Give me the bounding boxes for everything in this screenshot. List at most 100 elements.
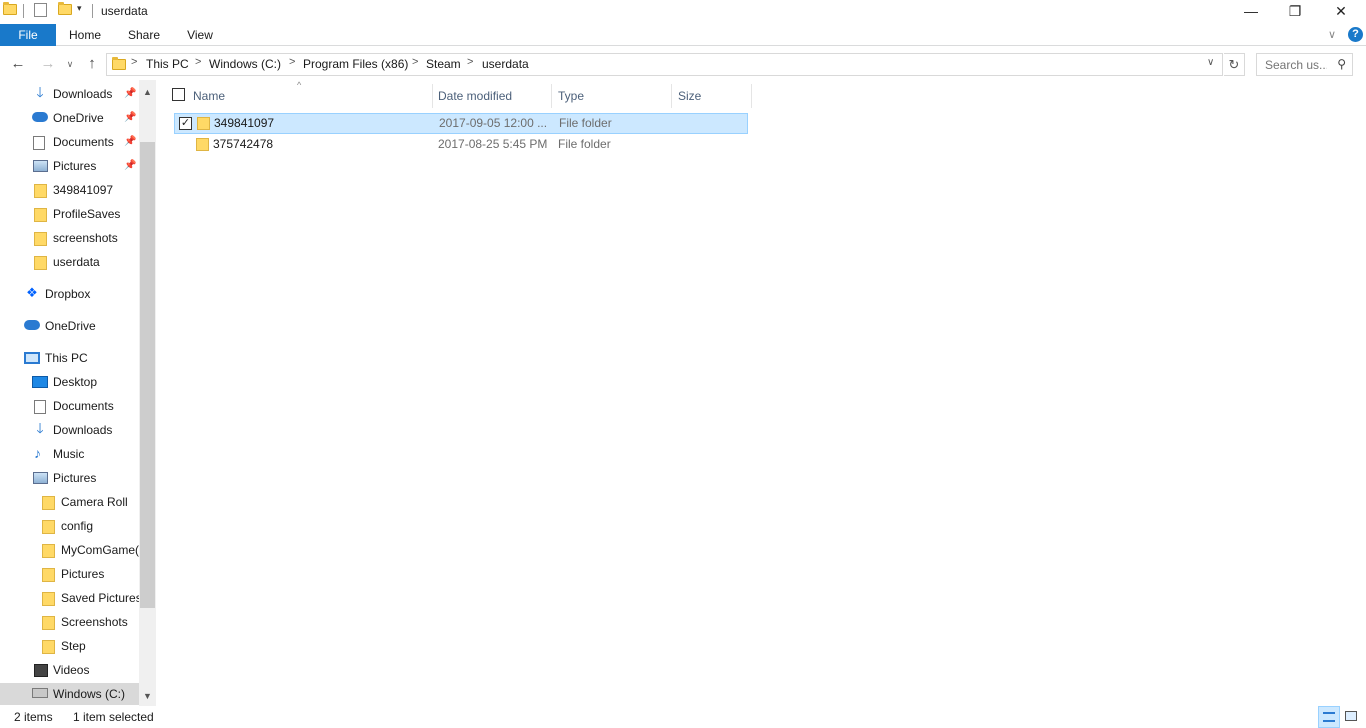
breadcrumb-windows-c[interactable]: Windows (C:) bbox=[209, 57, 281, 71]
sidebar-item-videos[interactable]: Videos bbox=[0, 659, 139, 681]
table-row[interactable]: ✓ 349841097 2017-09-05 12:00 ... File fo… bbox=[174, 113, 748, 134]
tab-share[interactable]: Share bbox=[122, 24, 166, 46]
column-divider[interactable] bbox=[551, 84, 552, 108]
sidebar-item-label: MyComGame( bbox=[61, 543, 139, 557]
title-bar: ▾ userdata — ❐ ✕ bbox=[0, 0, 1366, 24]
ribbon-tabs: File Home Share View ∨ ? bbox=[0, 24, 1366, 46]
sidebar-item-mycomgame[interactable]: MyComGame( bbox=[0, 539, 139, 561]
sidebar-item-349841097[interactable]: 349841097 bbox=[0, 179, 139, 201]
folder-icon bbox=[42, 544, 55, 558]
recent-locations-button[interactable]: ∨ bbox=[60, 54, 80, 74]
document-icon bbox=[33, 136, 45, 150]
column-divider[interactable] bbox=[751, 84, 752, 108]
sidebar-item-windows-c[interactable]: Windows (C:) bbox=[0, 683, 139, 705]
close-button[interactable]: ✕ bbox=[1318, 0, 1364, 22]
breadcrumb-userdata[interactable]: userdata bbox=[482, 57, 529, 71]
sidebar-item-camera-roll[interactable]: Camera Roll bbox=[0, 491, 139, 513]
up-button[interactable]: ↑ bbox=[82, 54, 102, 74]
breadcrumb-program-files[interactable]: Program Files (x86) bbox=[303, 57, 408, 71]
large-icons-view-button[interactable] bbox=[1341, 706, 1363, 728]
sidebar-item-documents[interactable]: Documents bbox=[0, 395, 139, 417]
tab-file[interactable]: File bbox=[0, 24, 56, 46]
sidebar-item-profilesaves[interactable]: ProfileSaves bbox=[0, 203, 139, 225]
dropbox-icon: ❖ bbox=[26, 285, 38, 300]
pin-icon: 📌 bbox=[124, 160, 137, 171]
computer-icon bbox=[24, 352, 40, 364]
sidebar-item-saved-pictures[interactable]: Saved Pictures bbox=[0, 587, 139, 609]
column-header-size[interactable]: Size bbox=[678, 82, 750, 110]
table-row[interactable]: 375742478 2017-08-25 5:45 PM File folder bbox=[174, 135, 748, 156]
search-box[interactable]: ⚲ bbox=[1256, 53, 1353, 76]
sidebar-item-pictures[interactable]: Pictures bbox=[0, 563, 139, 585]
sidebar-item-this-pc[interactable]: This PC bbox=[0, 347, 139, 369]
scroll-down-icon[interactable]: ▼ bbox=[139, 688, 156, 705]
sidebar-item-screenshots[interactable]: Screenshots bbox=[0, 611, 139, 633]
sidebar-item-label: Pictures bbox=[53, 471, 97, 485]
tab-home[interactable]: Home bbox=[62, 24, 108, 46]
scroll-up-icon[interactable]: ▲ bbox=[139, 84, 156, 101]
column-divider[interactable] bbox=[671, 84, 672, 108]
details-view-button[interactable] bbox=[1318, 706, 1340, 728]
address-bar[interactable]: > This PC > Windows (C:) > Program Files… bbox=[106, 53, 1223, 76]
sidebar-item-label: Videos bbox=[53, 663, 90, 677]
document-icon bbox=[34, 400, 46, 414]
restore-button[interactable]: ❐ bbox=[1272, 0, 1318, 22]
pin-icon: 📌 bbox=[124, 112, 137, 123]
file-date-modified: 2017-09-05 12:00 ... bbox=[439, 116, 548, 130]
minimize-button[interactable]: — bbox=[1228, 0, 1274, 22]
sidebar-item-music[interactable]: ♪ Music bbox=[0, 443, 139, 465]
navigation-pane: 🡓 Downloads 📌 OneDrive 📌 Documents 📌 Pictures 📌 3… bbox=[0, 80, 156, 706]
file-date-modified: 2017-08-25 5:45 PM bbox=[438, 137, 548, 151]
sidebar-item-desktop[interactable]: Desktop bbox=[0, 371, 139, 393]
desktop-icon bbox=[32, 376, 48, 388]
music-icon: ♪ bbox=[34, 445, 41, 461]
breadcrumb-separator: > bbox=[131, 56, 138, 68]
row-checkbox[interactable]: ✓ bbox=[179, 117, 192, 130]
new-folder-icon[interactable] bbox=[58, 2, 72, 18]
properties-icon[interactable] bbox=[34, 3, 47, 17]
folder-icon bbox=[112, 57, 126, 73]
sidebar-item-pictures[interactable]: Pictures bbox=[0, 467, 139, 489]
sidebar-item-dropbox[interactable]: ❖ Dropbox bbox=[0, 283, 139, 305]
folder-icon bbox=[34, 232, 47, 246]
expand-ribbon-icon[interactable]: ∨ bbox=[1322, 24, 1342, 46]
column-header-type[interactable]: Type bbox=[558, 82, 670, 110]
sidebar-item-onedrive[interactable]: OneDrive bbox=[0, 315, 139, 337]
separator bbox=[92, 4, 93, 18]
column-divider[interactable] bbox=[432, 84, 433, 108]
sidebar-item-step[interactable]: Step bbox=[0, 635, 139, 657]
nav-scrollbar[interactable]: ▲ ▼ bbox=[139, 80, 156, 706]
refresh-button[interactable]: ↻ bbox=[1224, 53, 1245, 76]
breadcrumb-this-pc[interactable]: This PC bbox=[146, 57, 189, 71]
sidebar-item-label: Dropbox bbox=[45, 287, 91, 301]
back-button[interactable]: ← bbox=[8, 54, 28, 74]
breadcrumb-separator: > bbox=[467, 56, 474, 68]
search-icon[interactable]: ⚲ bbox=[1337, 57, 1346, 71]
quick-access-dropdown-icon[interactable]: ▾ bbox=[77, 3, 82, 14]
sidebar-item-pictures[interactable]: Pictures 📌 bbox=[0, 155, 139, 177]
sidebar-item-documents[interactable]: Documents 📌 bbox=[0, 131, 139, 153]
sidebar-item-userdata[interactable]: userdata bbox=[0, 251, 139, 273]
sidebar-item-onedrive[interactable]: OneDrive 📌 bbox=[0, 107, 139, 129]
sidebar-item-label: Saved Pictures bbox=[61, 591, 139, 605]
search-input[interactable] bbox=[1257, 54, 1327, 75]
sidebar-item-label: This PC bbox=[45, 351, 88, 365]
address-dropdown-icon[interactable]: ∨ bbox=[1207, 57, 1214, 68]
breadcrumb-separator: > bbox=[412, 56, 419, 68]
folder-icon[interactable] bbox=[3, 2, 17, 18]
sidebar-item-downloads[interactable]: 🡓 Downloads 📌 bbox=[0, 83, 139, 105]
sidebar-item-config[interactable]: config bbox=[0, 515, 139, 537]
tab-view[interactable]: View bbox=[180, 24, 220, 46]
breadcrumb-steam[interactable]: Steam bbox=[426, 57, 461, 71]
sidebar-item-downloads[interactable]: 🡓 Downloads bbox=[0, 419, 139, 441]
select-all-checkbox[interactable] bbox=[172, 88, 185, 101]
folder-icon bbox=[42, 520, 55, 534]
sidebar-item-label: Music bbox=[53, 447, 85, 461]
column-header-name[interactable]: Name bbox=[193, 82, 431, 110]
column-header-date-modified[interactable]: Date modified bbox=[438, 82, 550, 110]
help-icon[interactable]: ? bbox=[1348, 27, 1363, 42]
folder-icon bbox=[42, 568, 55, 582]
sidebar-item-screenshots[interactable]: screenshots bbox=[0, 227, 139, 249]
scroll-thumb[interactable] bbox=[140, 142, 155, 608]
forward-button[interactable]: → bbox=[38, 54, 58, 74]
